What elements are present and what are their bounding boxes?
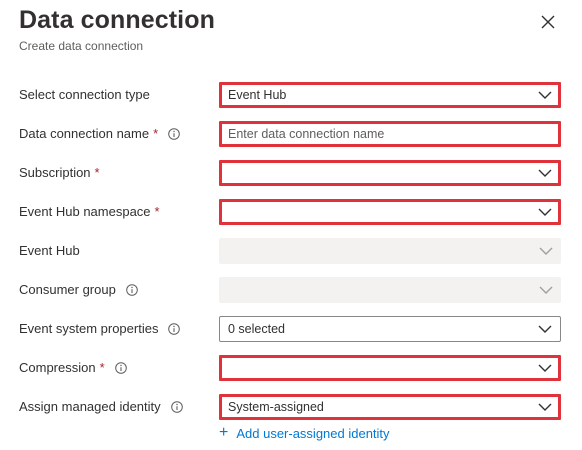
event-hub-dropdown bbox=[219, 238, 561, 264]
event-system-properties-value: 0 selected bbox=[228, 322, 285, 336]
subscription-label: Subscription * bbox=[19, 165, 100, 180]
consumer-group-dropdown bbox=[219, 277, 561, 303]
required-marker: * bbox=[153, 126, 159, 141]
required-marker: * bbox=[99, 360, 105, 375]
add-identity-label: Add user-assigned identity bbox=[236, 425, 390, 441]
chevron-down-icon bbox=[539, 286, 553, 294]
namespace-dropdown[interactable] bbox=[219, 199, 561, 225]
chevron-down-icon bbox=[538, 325, 552, 333]
compression-row: Compression * bbox=[0, 351, 582, 385]
connection-type-label: Select connection type bbox=[19, 87, 150, 102]
page-title: Data connection bbox=[19, 6, 215, 34]
event-system-properties-label: Event system properties bbox=[19, 321, 181, 336]
close-button[interactable] bbox=[538, 12, 558, 32]
plus-icon: + bbox=[219, 424, 229, 441]
required-marker: * bbox=[94, 165, 100, 180]
info-icon[interactable] bbox=[114, 361, 127, 374]
connection-type-row: Select connection type Event Hub bbox=[0, 78, 582, 112]
info-icon[interactable] bbox=[168, 127, 180, 140]
event-hub-row: Event Hub bbox=[0, 234, 582, 268]
compression-dropdown[interactable] bbox=[219, 355, 561, 381]
connection-name-label: Data connection name * bbox=[19, 126, 180, 141]
add-user-assigned-identity-link[interactable]: + Add user-assigned identity bbox=[219, 425, 390, 441]
info-icon[interactable] bbox=[126, 283, 138, 296]
info-icon[interactable] bbox=[168, 322, 181, 335]
chevron-down-icon bbox=[538, 208, 552, 216]
connection-name-row: Data connection name * bbox=[0, 117, 582, 151]
event-system-properties-dropdown[interactable]: 0 selected bbox=[219, 316, 561, 342]
consumer-group-label: Consumer group bbox=[19, 282, 138, 297]
close-icon bbox=[541, 15, 555, 29]
chevron-down-icon bbox=[539, 247, 553, 255]
managed-identity-dropdown[interactable]: System-assigned bbox=[219, 394, 561, 420]
subscription-row: Subscription * bbox=[0, 156, 582, 190]
required-marker: * bbox=[154, 204, 160, 219]
connection-name-input[interactable] bbox=[222, 124, 558, 144]
connection-type-dropdown[interactable]: Event Hub bbox=[219, 82, 561, 108]
chevron-down-icon bbox=[538, 364, 552, 372]
chevron-down-icon bbox=[538, 403, 552, 411]
connection-type-value: Event Hub bbox=[228, 88, 287, 102]
event-hub-label: Event Hub bbox=[19, 243, 80, 258]
connection-name-field[interactable] bbox=[219, 121, 561, 147]
subscription-dropdown[interactable] bbox=[219, 160, 561, 186]
managed-identity-value: System-assigned bbox=[228, 400, 324, 414]
info-icon[interactable] bbox=[170, 400, 183, 413]
chevron-down-icon bbox=[538, 169, 552, 177]
event-system-properties-row: Event system properties 0 selected bbox=[0, 312, 582, 346]
namespace-label: Event Hub namespace * bbox=[19, 204, 160, 219]
compression-label: Compression * bbox=[19, 360, 127, 375]
consumer-group-row: Consumer group bbox=[0, 273, 582, 307]
chevron-down-icon bbox=[538, 91, 552, 99]
page-subtitle: Create data connection bbox=[19, 39, 144, 53]
managed-identity-row: Assign managed identity System-assigned bbox=[0, 390, 582, 424]
namespace-row: Event Hub namespace * bbox=[0, 195, 582, 229]
managed-identity-label: Assign managed identity bbox=[19, 399, 183, 414]
